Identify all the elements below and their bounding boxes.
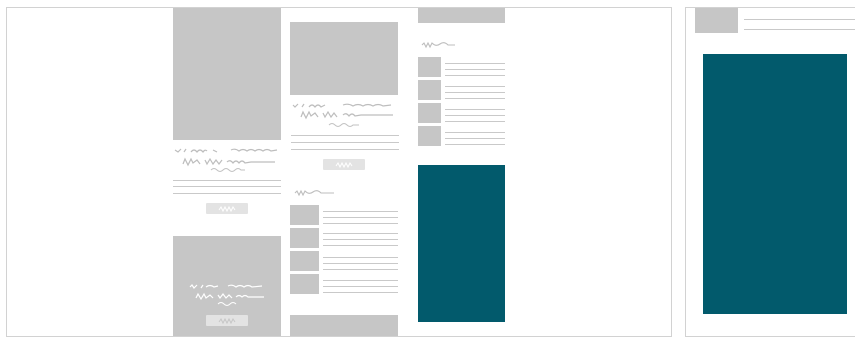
wireframe-page-left — [6, 7, 672, 337]
text-line-placeholder — [323, 292, 398, 293]
sidebar-heading-scribble — [421, 41, 455, 49]
text-line-placeholder — [445, 69, 505, 70]
text-line-placeholder — [323, 245, 398, 246]
header-text-line — [744, 29, 855, 30]
text-line-placeholder — [445, 144, 505, 145]
text-line-placeholder — [323, 217, 398, 218]
text-line-placeholder — [323, 269, 398, 270]
list-thumb-placeholder — [290, 228, 319, 248]
list-thumb-placeholder — [290, 205, 319, 225]
text-line-placeholder — [323, 233, 398, 234]
text-line-placeholder — [173, 193, 281, 194]
text-line-placeholder — [445, 121, 505, 122]
list-thumb-placeholder — [290, 274, 319, 294]
overlay-headline-scribble — [189, 284, 264, 301]
text-line-placeholder — [291, 149, 399, 150]
text-line-placeholder — [445, 86, 505, 87]
text-line-placeholder — [445, 92, 505, 93]
ad-banner-teal[interactable] — [418, 165, 505, 322]
sidebar-thumb-placeholder — [418, 80, 441, 100]
hero-image-placeholder — [173, 8, 281, 140]
button-label-scribble — [218, 317, 236, 324]
text-line-placeholder — [323, 257, 398, 258]
text-line-placeholder — [445, 138, 505, 139]
hero-panel-teal[interactable] — [703, 54, 847, 314]
top-banner-placeholder — [418, 8, 505, 23]
article-cta-button-placeholder[interactable] — [323, 159, 365, 170]
text-line-placeholder — [323, 223, 398, 224]
text-line-placeholder — [445, 132, 505, 133]
wireframe-page-right — [685, 7, 855, 337]
text-line-placeholder — [323, 280, 398, 281]
text-line-placeholder — [323, 286, 398, 287]
subheadline-scribble — [210, 168, 245, 172]
header-thumbnail-placeholder — [695, 8, 738, 33]
article-image-placeholder — [290, 22, 398, 95]
text-line-placeholder — [445, 75, 505, 76]
text-line-placeholder — [445, 109, 505, 110]
footer-image-placeholder — [290, 315, 398, 336]
text-line-placeholder — [445, 63, 505, 64]
text-line-placeholder — [173, 186, 281, 187]
list-thumb-placeholder — [290, 251, 319, 271]
cta-button-placeholder[interactable] — [206, 203, 248, 214]
overlay-cta-button-placeholder[interactable] — [206, 315, 248, 326]
overlay-subheadline-scribble — [217, 302, 237, 306]
list-heading-scribble — [294, 189, 334, 197]
button-label-scribble — [218, 205, 236, 212]
header-text-line — [744, 19, 855, 20]
article-subheadline-scribble — [328, 123, 359, 127]
sidebar-thumb-placeholder — [418, 103, 441, 123]
text-line-placeholder — [291, 142, 399, 143]
text-line-placeholder — [173, 180, 281, 181]
sidebar-thumb-placeholder — [418, 57, 441, 77]
text-line-placeholder — [323, 239, 398, 240]
text-line-placeholder — [323, 263, 398, 264]
button-label-scribble — [335, 161, 353, 168]
text-line-placeholder — [323, 211, 398, 212]
sidebar-thumb-placeholder — [418, 126, 441, 146]
article-headline-scribble — [292, 103, 393, 120]
text-line-placeholder — [445, 98, 505, 99]
text-line-placeholder — [445, 115, 505, 116]
text-line-placeholder — [291, 135, 399, 136]
